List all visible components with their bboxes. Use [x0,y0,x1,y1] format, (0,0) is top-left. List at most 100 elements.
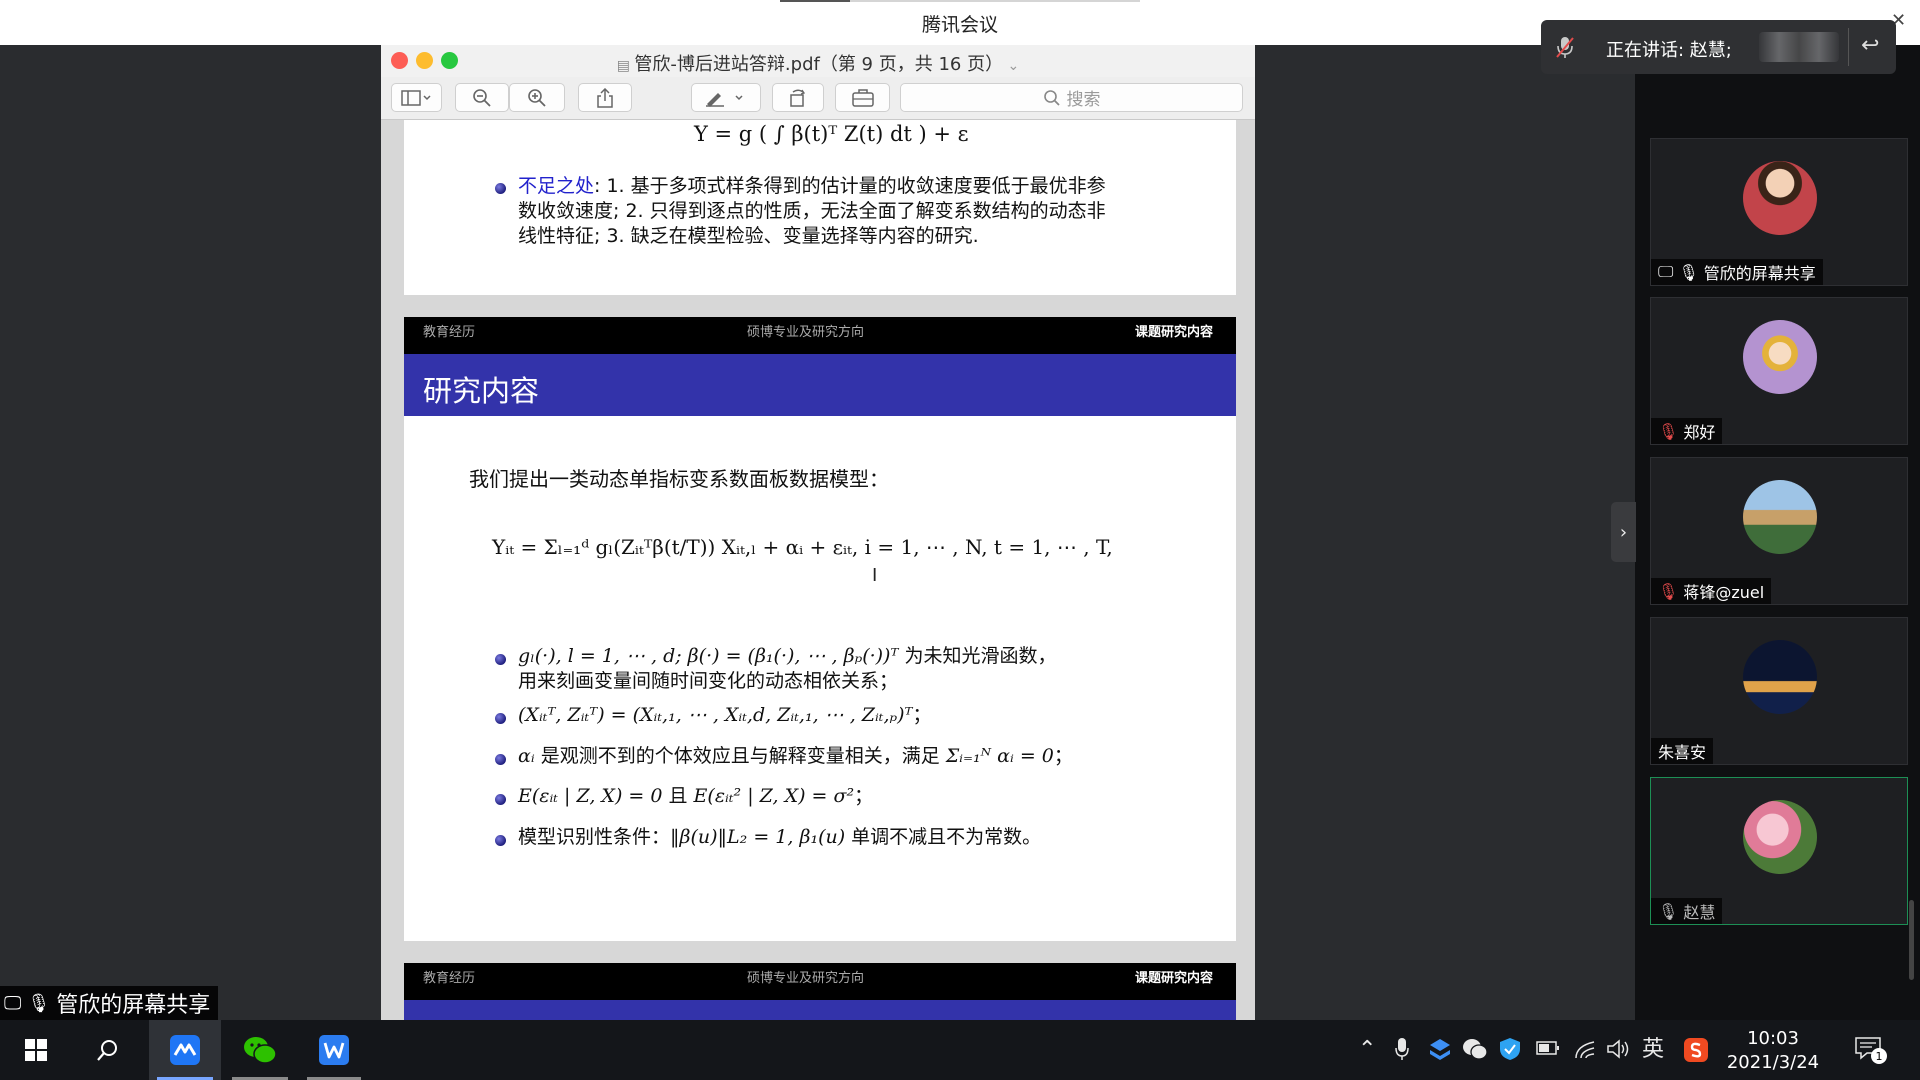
avatar [1743,480,1817,554]
participant-name: 🎙 赵慧 [1651,898,1723,924]
reply-icon[interactable]: ↩ [1861,33,1879,58]
screen-share-icon: 🖵 [4,992,22,1014]
sidebar-scrollbar[interactable] [1909,900,1914,980]
avatar [1743,320,1817,394]
participant-tile[interactable]: 🖵 🎙 管欣的屏幕共享 [1650,138,1908,286]
beamer-nav-bar-next: 教育经历 硕博专业及研究方向 课题研究内容 [404,963,1236,1000]
bullet-icon [495,183,506,194]
security-shield-icon[interactable] [1499,1037,1521,1061]
mic-muted-icon[interactable] [1555,35,1575,59]
notification-center-button[interactable]: 1 [1855,1036,1887,1066]
speaking-label: 正在讲话: 赵慧; [1606,40,1732,61]
taskbar-wps[interactable] [299,1020,369,1080]
search-placeholder: 搜索 [1066,90,1101,110]
model-equation: Yᵢₜ = Σₗ₌₁ᵈ gₗ(Zᵢₜᵀβ(t/T)) Xᵢₜ,ₗ + αᵢ + … [492,535,1113,559]
participant-name: 🖵 🎙 管欣的屏幕共享 [1651,259,1823,285]
rotate-button[interactable] [772,83,824,112]
blurred-name [1759,32,1839,62]
nav-item-research-direction[interactable]: 硕博专业及研究方向 [747,967,864,986]
taskbar-tencent-meeting[interactable] [149,1020,221,1080]
wechat-icon [244,1037,277,1064]
mic-muted-icon: 🎙 [1658,581,1679,601]
participant-tile-active-speaker[interactable]: 🎙 赵慧 [1650,777,1908,925]
zoom-out-button[interactable] [455,83,509,112]
participant-name: 🎙 郑好 [1651,418,1723,444]
taskbar: ⌃ 英 10:03 2021/3/24 1 [0,1020,1920,1080]
pdf-title-bar: ▤ 管欣-博后进站答辩.pdf（第 9 页，共 16 页） ⌄ [381,45,1255,77]
slide-intro: 我们提出一类动态单指标变系数面板数据模型： [469,467,889,491]
sidebar-toggle-button[interactable] [391,83,442,112]
pen-icon [706,92,743,107]
start-button[interactable] [10,1020,62,1080]
zoom-out-icon [473,88,491,107]
pdf-file-icon: ▤ [616,58,635,74]
show-hidden-icons-icon[interactable]: ⌃ [1358,1038,1376,1062]
battery-icon[interactable] [1536,1040,1560,1056]
system-clock[interactable]: 10:03 2021/3/24 [1718,1027,1828,1075]
briefcase-icon [851,88,874,107]
search-icon [1043,89,1060,106]
nav-item-research-direction[interactable]: 硕博专业及研究方向 [747,321,864,340]
nav-item-research-content[interactable]: 课题研究内容 [1135,321,1213,340]
zoom-in-button[interactable] [509,83,565,112]
bullet-1-line-1: gₗ(·), l = 1, ⋯ , d; β(·) = (β₁(·), ⋯ , … [518,645,1057,667]
share-button[interactable] [578,83,632,112]
dropbox-icon[interactable] [1428,1037,1452,1061]
avatar [1743,640,1817,714]
participant-tile[interactable]: 朱喜安 [1650,617,1908,765]
participant-tile[interactable]: 🎙 蒋锋@zuel [1650,457,1908,605]
bullet-icon [495,654,506,665]
windows-icon [25,1039,47,1061]
taskbar-wechat[interactable] [224,1020,296,1080]
bullet-4: E(εᵢₜ | Z, X) = 0 且 E(εᵢₜ² | Z, X) = σ²； [518,785,874,807]
markup-button[interactable] [691,83,761,112]
pdf-page-next: 教育经历 硕博专业及研究方向 课题研究内容 [404,963,1236,1020]
avatar [1743,161,1817,235]
pdf-document-title: ▤ 管欣-博后进站答辩.pdf（第 9 页，共 16 页） ⌄ [616,54,1020,75]
mic-icon: 🎙 [1678,262,1699,282]
beamer-nav-bar: 教育经历 硕博专业及研究方向 课题研究内容 [404,317,1236,354]
search-input[interactable]: 搜索 [900,83,1243,112]
clock-date: 2021/3/24 [1726,1052,1820,1073]
nav-item-education[interactable]: 教育经历 [423,967,475,986]
sogou-ime-icon[interactable] [1683,1037,1709,1063]
participant-name: 朱喜安 [1651,738,1714,764]
sidebar-icon [400,89,431,106]
nav-item-education[interactable]: 教育经历 [423,321,475,340]
bullet-icon [495,835,506,846]
bullet-1-line-2: 用来刻画变量间随时间变化的动态相依关系； [518,670,899,692]
tencent-meeting-icon [170,1035,200,1065]
wechat-tray-icon[interactable] [1462,1037,1488,1061]
chevron-right-icon[interactable]: › [1611,502,1636,562]
shortcoming-line-3: 线性特征; 3. 缺乏在模型检验、变量选择等内容的研究. [518,225,979,247]
participant-name: 🎙 蒋锋@zuel [1651,578,1772,604]
volume-icon[interactable] [1606,1037,1630,1061]
network-icon[interactable] [1573,1037,1597,1061]
mic-icon: 🎙 [1658,901,1679,921]
bullet-2: (Xᵢₜᵀ, Zᵢₜᵀ) = (Xᵢₜ,₁, ⋯ , Xᵢₜ,d, Zᵢₜ,₁,… [518,704,932,726]
prev-equation: Y = g ( ∫ β(t)ᵀ Z(t) dt ) + ε [694,122,969,146]
pdf-document-view[interactable]: Y = g ( ∫ β(t)ᵀ Z(t) dt ) + ε 不足之处: 1. 基… [381,120,1255,1020]
bullet-3: αᵢ 是观测不到的个体效应且与解释变量相关，满足 Σᵢ₌₁ᴺ αᵢ = 0； [518,745,1073,767]
screen-share-icon: 🖵 [1658,262,1674,281]
text-cursor-icon: I [872,565,878,586]
microphone-icon[interactable] [1395,1037,1409,1061]
zoom-in-icon [528,88,546,107]
shared-pdf-window: ▤ 管欣-博后进站答辩.pdf（第 9 页，共 16 页） ⌄ 搜索 Y = g… [381,45,1255,1020]
shortcoming-line-1: 不足之处: 1. 基于多项式样条得到的估计量的收敛速度要低于最优非参 [518,175,1106,197]
search-button[interactable] [82,1020,134,1080]
nav-item-research-content[interactable]: 课题研究内容 [1135,967,1213,986]
toolbox-button[interactable] [835,83,890,112]
ime-indicator[interactable]: 英 [1642,1038,1664,1062]
slide-title-bar-next [404,1000,1236,1020]
participant-tile[interactable]: 🎙 郑好 [1650,297,1908,445]
share-icon [597,87,613,108]
notification-count: 1 [1871,1048,1887,1064]
chevron-down-icon[interactable]: ⌄ [1003,58,1020,74]
divider [1848,28,1849,66]
speaking-indicator: 正在讲话: 赵慧; ↩ [1541,20,1896,74]
wps-writer-icon [319,1035,349,1065]
slide-title-bar: 研究内容 [404,354,1236,416]
mic-muted-icon: 🎙 [1658,421,1679,441]
screen-share-badge: 🖵 🎙 管欣的屏幕共享 [0,986,219,1020]
